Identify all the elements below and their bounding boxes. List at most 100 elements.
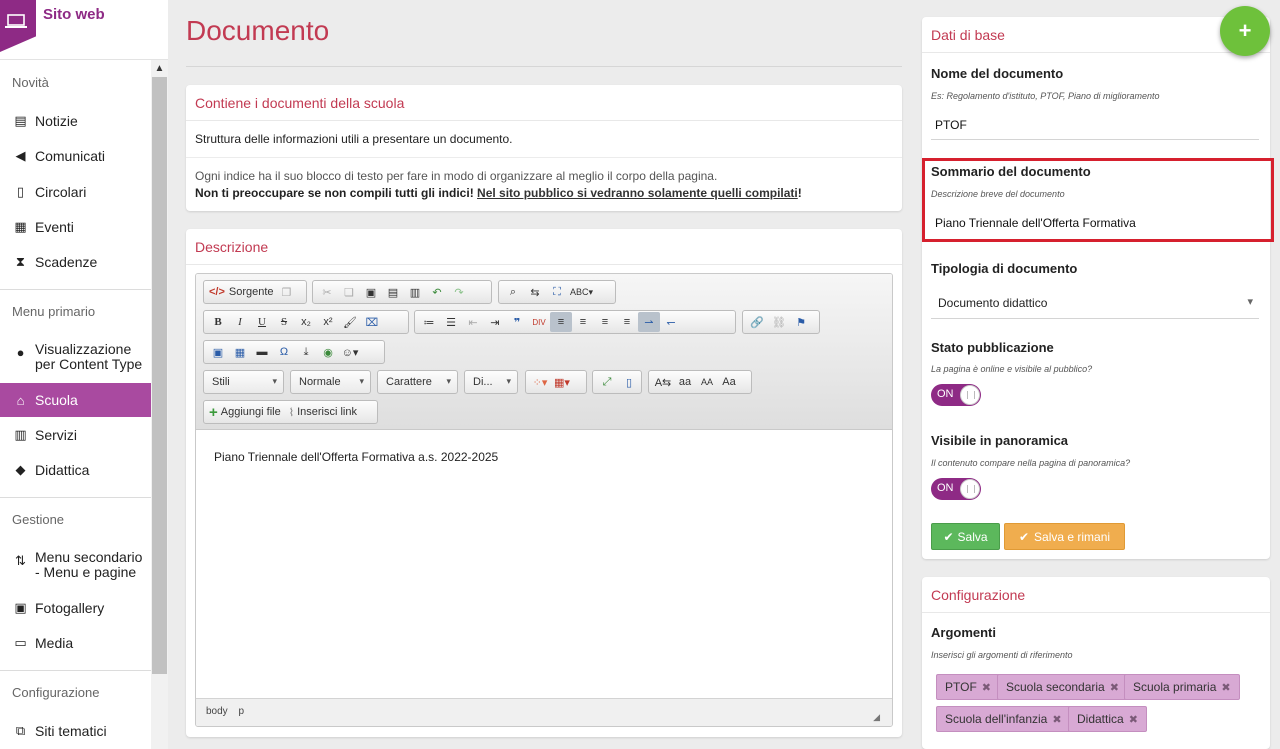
file-icon: ▯ [16, 184, 25, 199]
sidebar-item-media[interactable]: ▭ Media [0, 626, 151, 660]
scroll-up-arrow-icon[interactable]: ▲ [151, 60, 168, 77]
remove-tag-icon[interactable]: ✖ [1221, 681, 1230, 694]
name-input[interactable]: PTOF [931, 112, 1259, 140]
path-element[interactable]: p [238, 706, 244, 717]
sidebar-scrollbar[interactable]: ▲ [151, 60, 168, 749]
toolbar-group-basicstyles: B I U S x₂ x² 🖌 ⌧ [203, 310, 409, 334]
remove-tag-icon[interactable]: ✖ [1129, 713, 1138, 726]
add-file-button[interactable]: + Aggiungi file [207, 402, 283, 422]
horizontal-rule-icon[interactable]: ▬ [251, 342, 273, 362]
italic-icon[interactable]: I [229, 312, 251, 332]
case-transform-icon[interactable]: A⇆ [652, 372, 674, 392]
undo-icon[interactable]: ↶ [426, 282, 448, 302]
ltr-icon[interactable]: ⇀ [638, 312, 660, 332]
save-button[interactable]: ✔ Salva [931, 523, 1000, 550]
find-icon[interactable]: ⌕ [502, 282, 524, 302]
sidebar-item-menu-secondario[interactable]: ⇅ Menu secondario - Menu e pagine [0, 550, 151, 586]
brush-icon[interactable]: 🖌 [339, 312, 361, 332]
iframe-icon[interactable]: ◉ [317, 342, 339, 362]
topic-tag[interactable]: Scuola primaria ✖ [1124, 674, 1240, 700]
overview-toggle[interactable]: ON [931, 478, 981, 500]
maximize-icon[interactable]: ⤢ [596, 372, 618, 392]
sidebar-item-scadenze[interactable]: ⧗ Scadenze [0, 245, 151, 279]
bg-color-icon[interactable]: ▦▾ [551, 372, 573, 392]
sidebar-item-didattica[interactable]: ◆ Didattica [0, 453, 151, 487]
topic-tag[interactable]: Didattica ✖ [1068, 706, 1147, 732]
page-break-icon[interactable]: ⤓ [295, 342, 317, 362]
info-note: Ogni indice ha il suo blocco di testo pe… [186, 158, 902, 212]
indent-icon[interactable]: ⇥ [484, 312, 506, 332]
sidebar-item-servizi[interactable]: ▥ Servizi [0, 418, 151, 452]
sidebar-item-fotogallery[interactable]: ▣ Fotogallery [0, 591, 151, 625]
div-icon[interactable]: DIV [528, 312, 550, 332]
cut-icon[interactable]: ✂ [316, 282, 338, 302]
paste-text-icon[interactable]: ▤ [382, 282, 404, 302]
scroll-thumb[interactable] [152, 77, 167, 674]
smiley-icon[interactable]: ☺▾ [339, 342, 361, 362]
text-color-icon[interactable]: ⁘▾ [529, 372, 551, 392]
unlink-icon[interactable]: ⛓ [768, 312, 790, 332]
redo-icon[interactable]: ↷ [448, 282, 470, 302]
align-center-icon[interactable]: ≡ [572, 312, 594, 332]
spellcheck-icon[interactable]: ABC▾ [568, 282, 595, 302]
paste-icon[interactable]: ▣ [360, 282, 382, 302]
show-blocks-icon[interactable]: ▯ [618, 372, 640, 392]
path-element[interactable]: body [206, 706, 228, 717]
sidebar-item-notizie[interactable]: ▤ Notizie [0, 104, 151, 138]
topic-tag[interactable]: Scuola secondaria ✖ [997, 674, 1128, 700]
uppercase-icon[interactable]: AA [696, 372, 718, 392]
rtl-icon[interactable]: ↽ [660, 312, 682, 332]
blockquote-icon[interactable]: ❞ [506, 312, 528, 332]
remove-tag-icon[interactable]: ✖ [1052, 713, 1061, 726]
capitalize-icon[interactable]: Aa [718, 372, 740, 392]
add-button[interactable]: + [1220, 6, 1270, 56]
align-justify-icon[interactable]: ≡ [616, 312, 638, 332]
sidebar-item-scuola[interactable]: ⌂ Scuola [0, 383, 151, 417]
status-toggle[interactable]: ON [931, 384, 981, 406]
align-right-icon[interactable]: ≡ [594, 312, 616, 332]
remove-tag-icon[interactable]: ✖ [982, 681, 991, 694]
special-char-icon[interactable]: Ω [273, 342, 295, 362]
brand-title[interactable]: Sito web [43, 6, 105, 23]
topic-tag[interactable]: PTOF ✖ [936, 674, 1000, 700]
link-icon[interactable]: 🔗 [746, 312, 768, 332]
copy-icon[interactable]: ❏ [338, 282, 360, 302]
styles-select[interactable]: Stili [203, 370, 284, 394]
editor-content[interactable]: Piano Triennale dell'Offerta Formativa a… [196, 430, 892, 698]
align-left-icon[interactable]: ≡ [550, 312, 572, 332]
resize-handle-icon[interactable]: ◢ [873, 712, 880, 723]
font-select[interactable]: Carattere [377, 370, 458, 394]
paste-word-icon[interactable]: ▥ [404, 282, 426, 302]
sidebar-item-eventi[interactable]: ▦ Eventi [0, 210, 151, 244]
numbered-list-icon[interactable]: ≔ [418, 312, 440, 332]
brand-header[interactable]: Sito web [0, 0, 168, 60]
outdent-icon[interactable]: ⇤ [462, 312, 484, 332]
replace-icon[interactable]: ⇆ [524, 282, 546, 302]
type-select[interactable]: Documento didattico [931, 287, 1259, 319]
sidebar-item-visualizzazione[interactable]: ● Visualizzazione per Content Type [0, 342, 151, 378]
anchor-icon[interactable]: ⚑ [790, 312, 812, 332]
sidebar-item-siti-tematici[interactable]: ⧉ Siti tematici [0, 714, 151, 748]
format-select[interactable]: Normale [290, 370, 371, 394]
save-and-stay-button[interactable]: ✔ Salva e rimani [1004, 523, 1125, 550]
font-size-select[interactable]: Di... [464, 370, 518, 394]
underline-icon[interactable]: U [251, 312, 273, 332]
subscript-icon[interactable]: x₂ [295, 312, 317, 332]
insert-link-button[interactable]: ⌇ Inserisci link [287, 402, 359, 422]
table-icon[interactable]: ▦ [229, 342, 251, 362]
bold-icon[interactable]: B [207, 312, 229, 332]
image-icon[interactable]: ▣ [207, 342, 229, 362]
lowercase-icon[interactable]: aa [674, 372, 696, 392]
templates-icon[interactable]: ❐ [276, 282, 298, 302]
sidebar-item-circolari[interactable]: ▯ Circolari [0, 175, 151, 209]
remove-tag-icon[interactable]: ✖ [1110, 681, 1119, 694]
superscript-icon[interactable]: x² [317, 312, 339, 332]
tag-label: Scuola primaria [1133, 680, 1217, 694]
sidebar-item-comunicati[interactable]: ◀ Comunicati [0, 139, 151, 173]
source-button[interactable]: </> Sorgente [207, 282, 276, 302]
remove-format-icon[interactable]: ⌧ [361, 312, 383, 332]
select-all-icon[interactable]: ⛶ [546, 282, 568, 302]
bulleted-list-icon[interactable]: ☰ [440, 312, 462, 332]
strike-icon[interactable]: S [273, 312, 295, 332]
topic-tag[interactable]: Scuola dell'infanzia ✖ [936, 706, 1071, 732]
